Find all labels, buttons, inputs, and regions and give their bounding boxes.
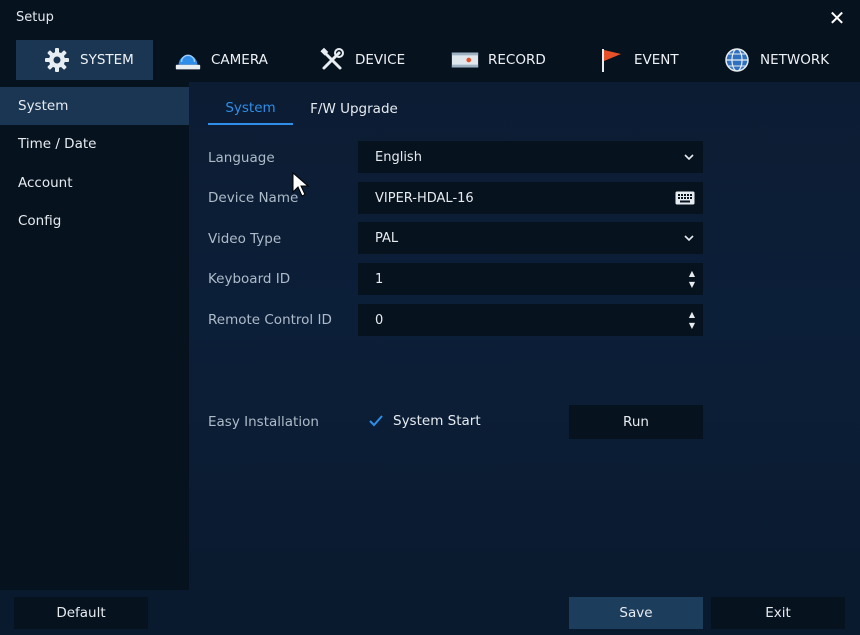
tools-icon: [317, 46, 347, 74]
close-icon: ✕: [828, 6, 846, 30]
language-label: Language: [208, 150, 275, 166]
default-button[interactable]: Default: [14, 597, 148, 629]
device-name-value: VIPER-HDAL-16: [375, 190, 474, 206]
camera-icon: [173, 46, 203, 74]
chevron-down-icon: [683, 141, 695, 173]
video-type-value: PAL: [375, 230, 399, 246]
globe-icon: [722, 46, 752, 74]
easy-installation-label: Easy Installation: [208, 414, 319, 430]
sidebar-item-label: Config: [18, 213, 62, 229]
tab-record[interactable]: RECORD: [450, 40, 546, 80]
stepper-arrows: ▲ ▼: [689, 304, 695, 336]
gear-icon: [42, 46, 72, 74]
tab-event[interactable]: EVENT: [596, 40, 679, 80]
arrow-up-icon[interactable]: ▲: [689, 309, 695, 320]
system-settings-panel: System F/W Upgrade Language English Devi…: [190, 82, 860, 590]
sidebar-item-label: Account: [18, 175, 73, 191]
chevron-down-icon: [683, 222, 695, 254]
tab-system[interactable]: SYSTEM: [16, 40, 153, 80]
tab-label: CAMERA: [211, 52, 268, 68]
arrow-down-icon[interactable]: ▼: [689, 279, 695, 290]
checkmark-icon: [367, 412, 385, 430]
stepper-arrows: ▲ ▼: [689, 263, 695, 295]
system-start-checkbox[interactable]: System Start: [367, 412, 481, 430]
sidebar-item-label: System: [18, 98, 69, 114]
remote-control-id-value: 0: [375, 312, 384, 328]
remote-control-id-stepper[interactable]: 0 ▲ ▼: [358, 304, 703, 336]
tab-label: NETWORK: [760, 52, 830, 68]
sidebar-item-account[interactable]: Account: [0, 164, 189, 202]
footer-bar: Default Save Exit: [0, 590, 860, 635]
arrow-up-icon[interactable]: ▲: [689, 268, 695, 279]
top-navigation: SYSTEM CAMERA DEVICE RECORD EVENT NETWOR…: [0, 36, 860, 82]
save-button[interactable]: Save: [569, 597, 703, 629]
subtab-fw-upgrade[interactable]: F/W Upgrade: [305, 92, 403, 125]
video-type-select[interactable]: PAL: [358, 222, 703, 254]
tab-label: EVENT: [634, 52, 679, 68]
mouse-cursor-icon: [292, 171, 310, 198]
sidebar-item-system[interactable]: System: [0, 87, 189, 125]
remote-control-id-label: Remote Control ID: [208, 312, 332, 328]
run-button[interactable]: Run: [569, 405, 703, 439]
keyboard-icon[interactable]: [675, 182, 695, 214]
sidebar: System Time / Date Account Config: [0, 82, 189, 590]
tab-label: SYSTEM: [80, 52, 134, 68]
sidebar-item-time-date[interactable]: Time / Date: [0, 125, 189, 163]
keyboard-id-label: Keyboard ID: [208, 271, 291, 287]
record-icon: [450, 46, 480, 74]
device-name-input[interactable]: VIPER-HDAL-16: [358, 182, 703, 214]
keyboard-id-value: 1: [375, 271, 384, 287]
arrow-down-icon[interactable]: ▼: [689, 320, 695, 331]
video-type-label: Video Type: [208, 231, 282, 247]
title-bar: Setup ✕: [0, 0, 860, 36]
sidebar-item-config[interactable]: Config: [0, 202, 189, 240]
flag-icon: [596, 46, 626, 74]
window-title: Setup: [16, 10, 54, 25]
exit-button[interactable]: Exit: [711, 597, 845, 629]
setup-window: Setup ✕ SYSTEM CAMERA DEVICE RECORD EVEN…: [0, 0, 860, 635]
tab-camera[interactable]: CAMERA: [173, 40, 268, 80]
tab-label: DEVICE: [355, 52, 406, 68]
close-button[interactable]: ✕: [826, 7, 848, 29]
tab-device[interactable]: DEVICE: [317, 40, 405, 80]
device-name-label: Device Name: [208, 190, 299, 206]
tab-label: RECORD: [488, 52, 546, 68]
language-value: English: [375, 149, 422, 165]
sidebar-item-label: Time / Date: [18, 136, 97, 152]
language-select[interactable]: English: [358, 141, 703, 173]
keyboard-id-stepper[interactable]: 1 ▲ ▼: [358, 263, 703, 295]
subtab-system[interactable]: System: [208, 92, 293, 125]
tab-network[interactable]: NETWORK: [722, 40, 829, 80]
system-start-label: System Start: [393, 413, 481, 429]
